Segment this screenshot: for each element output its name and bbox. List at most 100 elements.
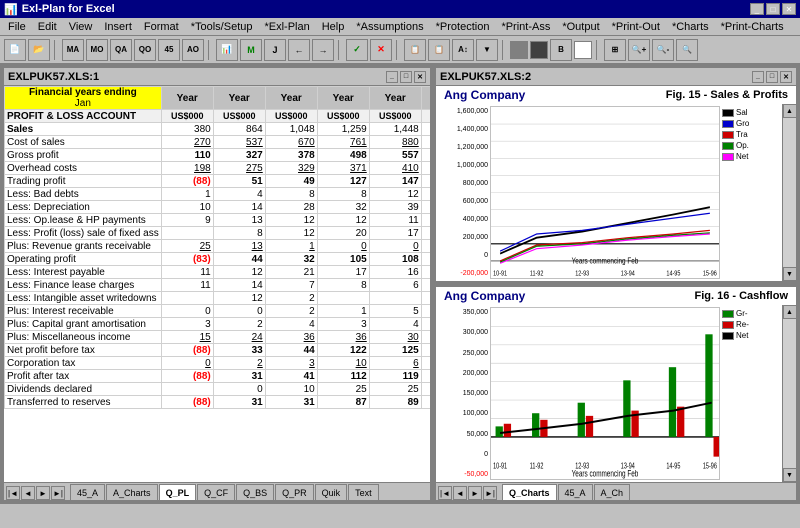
menu-help[interactable]: Help — [316, 19, 351, 35]
right-tab-prev[interactable]: ◄ — [453, 486, 467, 500]
tab-qcf[interactable]: Q_CF — [197, 484, 235, 500]
menu-view[interactable]: View — [63, 19, 99, 35]
zoom-out-btn[interactable]: 🔍- — [652, 39, 674, 61]
tab-last-btn[interactable]: ►| — [51, 486, 65, 500]
back-btn[interactable]: ← — [288, 39, 310, 61]
bold-btn[interactable]: B — [550, 39, 572, 61]
tab-45a[interactable]: 45_A — [70, 484, 105, 500]
menu-insert[interactable]: Insert — [98, 19, 138, 35]
tab-first-btn[interactable]: |◄ — [6, 486, 20, 500]
tab-acharts[interactable]: A_Charts — [106, 484, 158, 500]
menu-charts[interactable]: *Charts — [666, 19, 715, 35]
left-panel-maximize[interactable]: □ — [400, 71, 412, 83]
menu-output[interactable]: *Output — [556, 19, 605, 35]
legend-label: Net — [736, 331, 748, 340]
table-row: Plus: Revenue grants receivable 25 13 1 … — [5, 240, 431, 253]
col-year6: Year — [421, 87, 430, 110]
open-btn[interactable]: 📂 — [28, 39, 50, 61]
filter-btn[interactable]: ▼ — [476, 39, 498, 61]
table-row: Sales 380 864 1,048 1,259 1,448 1,593 — [5, 123, 431, 136]
chart-btn[interactable]: 📊 — [216, 39, 238, 61]
zoom-btn2[interactable]: 🔍 — [676, 39, 698, 61]
close-btn[interactable]: ✕ — [782, 3, 796, 15]
y-label: 300,000 — [440, 329, 488, 336]
menu-tools[interactable]: *Tools/Setup — [185, 19, 259, 35]
y-label: -200,000 — [440, 270, 488, 277]
chart1-minimize[interactable]: _ — [752, 71, 764, 83]
legend-item: Net — [722, 152, 778, 161]
tab-navigation[interactable]: |◄ ◄ ► ►| — [6, 486, 65, 500]
tab-quik[interactable]: Quik — [315, 484, 348, 500]
window-controls[interactable]: _ □ ✕ — [750, 3, 796, 15]
tab-qpr[interactable]: Q_PR — [275, 484, 314, 500]
left-panel-close[interactable]: ✕ — [414, 71, 426, 83]
right-tab-next[interactable]: ► — [468, 486, 482, 500]
menu-exlplan[interactable]: *Exl-Plan — [258, 19, 315, 35]
menu-print-ass[interactable]: *Print-Ass — [495, 19, 556, 35]
x-btn[interactable]: ✕ — [370, 39, 392, 61]
scroll-down-btn[interactable]: ▼ — [783, 267, 797, 281]
menu-assumptions[interactable]: *Assumptions — [350, 19, 429, 35]
mo-btn[interactable]: MO — [86, 39, 108, 61]
tab-ach[interactable]: A_Ch — [594, 484, 631, 500]
paste-btn[interactable]: 📋 — [428, 39, 450, 61]
sort-btn[interactable]: A↕ — [452, 39, 474, 61]
chart1-close[interactable]: ✕ — [780, 71, 792, 83]
tab-45a-right[interactable]: 45_A — [558, 484, 593, 500]
scroll-up-btn[interactable]: ▲ — [783, 104, 797, 118]
tab-prev-btn[interactable]: ◄ — [21, 486, 35, 500]
chart2-scrollbar: ▲ ▼ — [782, 305, 796, 482]
tab-text[interactable]: Text — [348, 484, 379, 500]
maximize-btn[interactable]: □ — [766, 3, 780, 15]
tab-qbs[interactable]: Q_BS — [236, 484, 274, 500]
menu-bar: File Edit View Insert Format *Tools/Setu… — [0, 18, 800, 36]
scroll-track2[interactable] — [783, 319, 797, 468]
chart1-maximize[interactable]: □ — [766, 71, 778, 83]
right-tab-last[interactable]: ►| — [483, 486, 497, 500]
col-year4: Year — [317, 87, 369, 110]
left-panel-minimize[interactable]: _ — [386, 71, 398, 83]
chart2-content: 350,000 300,000 250,000 200,000 150,000 … — [436, 305, 782, 482]
menu-protection[interactable]: *Protection — [430, 19, 496, 35]
tab-next-btn[interactable]: ► — [36, 486, 50, 500]
legend-label: Re- — [736, 320, 749, 329]
scroll-up-btn2[interactable]: ▲ — [783, 305, 797, 319]
table-row: Less: Depreciation 10 14 28 32 39 43 — [5, 201, 431, 214]
45-btn[interactable]: 45 — [158, 39, 180, 61]
copy-btn[interactable]: 📋 — [404, 39, 426, 61]
svg-text:14-95: 14-95 — [666, 463, 680, 471]
menu-edit[interactable]: Edit — [32, 19, 63, 35]
menu-print-charts[interactable]: *Print-Charts — [715, 19, 790, 35]
currency6: US$000 — [421, 110, 430, 123]
new-btn[interactable]: 📄 — [4, 39, 26, 61]
check-btn[interactable]: ✓ — [346, 39, 368, 61]
ma-btn[interactable]: MA — [62, 39, 84, 61]
white-btn[interactable] — [574, 41, 592, 59]
forward-btn[interactable]: → — [312, 39, 334, 61]
m-btn[interactable]: M — [240, 39, 262, 61]
scroll-down-btn2[interactable]: ▼ — [783, 468, 797, 482]
table-row: Trading profit (88) 51 49 127 147 171 — [5, 175, 431, 188]
qo-btn[interactable]: QO — [134, 39, 156, 61]
qa-btn[interactable]: QA — [110, 39, 132, 61]
j-btn[interactable]: J — [264, 39, 286, 61]
y-label: 100,000 — [440, 410, 488, 417]
menu-print-out[interactable]: *Print-Out — [606, 19, 666, 35]
svg-text:13-94: 13-94 — [621, 270, 635, 278]
right-tab-first[interactable]: |◄ — [438, 486, 452, 500]
ao-btn[interactable]: AO — [182, 39, 204, 61]
grid-btn[interactable]: ⊞ — [604, 39, 626, 61]
col-year5: Year — [369, 87, 421, 110]
y-label: 1,000,000 — [440, 162, 488, 169]
minimize-btn[interactable]: _ — [750, 3, 764, 15]
menu-format[interactable]: Format — [138, 19, 185, 35]
zoom-in-btn[interactable]: 🔍+ — [628, 39, 650, 61]
tab-qpl[interactable]: Q_PL — [159, 484, 197, 500]
menu-file[interactable]: File — [2, 19, 32, 35]
scroll-track[interactable] — [783, 118, 797, 267]
fill-btn[interactable] — [510, 41, 528, 59]
currency3: US$000 — [265, 110, 317, 123]
tab-qcharts[interactable]: Q_Charts — [502, 484, 557, 500]
border-btn[interactable] — [530, 41, 548, 59]
right-tab-navigation[interactable]: |◄ ◄ ► ►| — [438, 486, 497, 500]
